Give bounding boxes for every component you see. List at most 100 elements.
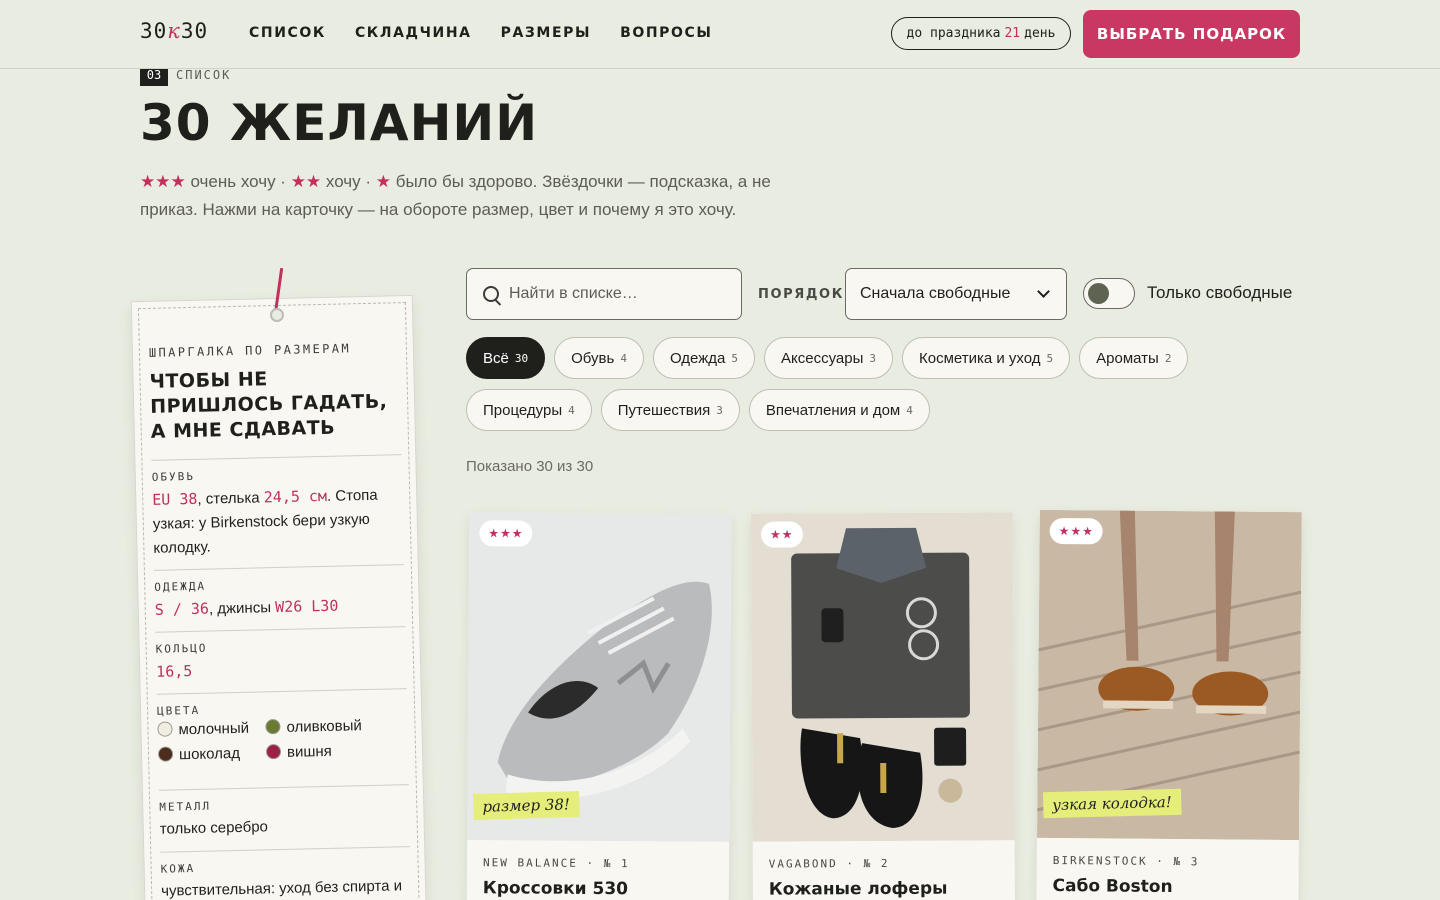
card-number: № 3 xyxy=(1173,855,1200,869)
ring-row: КОЛЬЦО 16,5 xyxy=(155,626,407,684)
chip-label: Одежда xyxy=(669,349,726,367)
intro-part: хочу · xyxy=(321,172,376,191)
page-title: 30 ЖЕЛАНИЙ xyxy=(140,94,539,152)
chip-fragrances[interactable]: Ароматы 2 xyxy=(1079,337,1189,379)
colors-row: ЦВЕТА молочный оливковый шоколад вишня xyxy=(156,688,409,764)
countdown-badge: до праздника 21 день xyxy=(891,17,1071,50)
toggle-knob xyxy=(1088,283,1109,304)
chip-count: 30 xyxy=(514,351,529,365)
color-item: шоколад xyxy=(157,744,266,764)
chip-procedures[interactable]: Процедуры 4 xyxy=(466,389,592,431)
only-free-label[interactable]: Только свободные xyxy=(1147,283,1292,303)
chip-label: Всё xyxy=(483,349,509,367)
chip-all[interactable]: Всё 30 xyxy=(466,337,546,379)
chip-count: 4 xyxy=(568,403,575,417)
shoes-value: EU 38, стелька 24,5 см. Стопа узкая: у B… xyxy=(152,482,404,561)
card-meta: BIRKENSTOCK · № 3 xyxy=(1052,853,1200,869)
card-number: № 2 xyxy=(863,856,890,871)
card-brand: BIRKENSTOCK xyxy=(1052,853,1148,868)
stars-2-icon: ★★ xyxy=(290,172,322,191)
stars-3-icon: ★★★ xyxy=(140,172,186,191)
priority-stars: ★★★ xyxy=(479,520,533,547)
intro-part: очень хочу · xyxy=(185,172,291,191)
card-title: Кроссовки 530 xyxy=(482,878,629,900)
skin-value: чувствительная: уход без спирта и xyxy=(160,877,403,900)
size-cheatsheet-tag: ШПАРГАЛКА ПО РАЗМЕРАМ ЧТОБЫ НЕ ПРИШЛОСЬ … xyxy=(130,294,428,900)
site-header: 30к30 СПИСОК СКЛАДЧИНА РАЗМЕРЫ ВОПРОСЫ д… xyxy=(0,0,1440,69)
nav-pool[interactable]: СКЛАДЧИНА xyxy=(355,25,472,41)
clothes-label: ОДЕЖДА xyxy=(154,579,207,594)
search-placeholder: Найти в списке… xyxy=(509,285,638,302)
chip-label: Ароматы xyxy=(1096,349,1159,367)
chip-count: 4 xyxy=(906,403,913,417)
chip-label: Обувь xyxy=(571,349,615,367)
chip-cosmetics[interactable]: Косметика и уход 5 xyxy=(902,337,1071,379)
clothes-row: ОДЕЖДА S / 36, джинсы W26 L30 xyxy=(153,564,406,623)
shoes-text: , стелька xyxy=(197,489,264,508)
card-title: Сабо Boston xyxy=(1052,875,1173,898)
search-input[interactable]: Найти в списке… xyxy=(466,268,742,320)
chip-label: Процедуры xyxy=(483,401,563,419)
clothes-size: S / 36 xyxy=(154,599,210,619)
color-name: оливковый xyxy=(286,717,362,736)
order-select[interactable]: Сначала свободные xyxy=(845,268,1067,320)
color-list: молочный оливковый шоколад вишня xyxy=(157,716,408,764)
color-item: вишня xyxy=(265,742,386,762)
color-name: вишня xyxy=(286,742,333,761)
chip-label: Впечатления и дом xyxy=(765,401,901,419)
section-label: СПИСОК xyxy=(176,68,232,82)
chip-experiences[interactable]: Впечатления и дом 4 xyxy=(748,389,930,431)
nav-list[interactable]: СПИСОК xyxy=(249,25,326,41)
chip-label: Аксессуары xyxy=(780,349,864,367)
card-meta: NEW BALANCE · № 1 xyxy=(482,856,630,871)
wish-card[interactable]: ★★ VAGABOND · № 2 Кожаные лоферы xyxy=(750,512,1016,900)
wish-card[interactable]: ★★★ размер 38! NEW BALANCE · № 1 Кроссов… xyxy=(466,512,732,900)
category-chips: Всё 30 Обувь 4 Одежда 5 Аксессуары 3 Космети… xyxy=(466,337,1306,431)
shoes-label: ОБУВЬ xyxy=(151,469,196,484)
priority-stars: ★★★ xyxy=(1049,517,1104,545)
search-icon xyxy=(483,286,499,302)
chip-accessories[interactable]: Аксессуары 3 xyxy=(763,337,893,379)
swatch-icon xyxy=(157,721,173,737)
skin-row: КОЖА чувствительная: уход без спирта и xyxy=(160,846,412,900)
card-brand: VAGABOND xyxy=(768,857,838,871)
main-nav: СПИСОК СКЛАДЧИНА РАЗМЕРЫ ВОПРОСЫ xyxy=(249,25,742,41)
logo[interactable]: 30к30 xyxy=(140,19,208,43)
choose-gift-button[interactable]: ВЫБРАТЬ ПОДАРОК xyxy=(1083,10,1300,58)
results-count: Показано 30 из 30 xyxy=(466,458,594,475)
chip-travel[interactable]: Путешествия 3 xyxy=(600,389,740,431)
color-name: шоколад xyxy=(178,744,241,764)
nav-sizes[interactable]: РАЗМЕРЫ xyxy=(501,25,592,41)
chip-clothes[interactable]: Одежда 5 xyxy=(652,337,755,379)
sticky-note: узкая колодка! xyxy=(1042,788,1182,819)
nav-faq[interactable]: ВОПРОСЫ xyxy=(620,25,712,41)
colors-label: ЦВЕТА xyxy=(156,703,201,718)
countdown-number: 21 xyxy=(1004,26,1021,41)
order-value: Сначала свободные xyxy=(860,285,1011,302)
jeans-size: W26 L30 xyxy=(274,596,339,617)
logo-part: 30 xyxy=(180,19,209,43)
countdown-prefix: до праздника xyxy=(906,26,1001,41)
chip-count: 3 xyxy=(869,351,876,365)
order-label: ПОРЯДОК xyxy=(758,287,844,302)
ring-label: КОЛЬЦО xyxy=(155,641,208,656)
countdown-suffix: день xyxy=(1024,26,1056,41)
priority-stars: ★★ xyxy=(760,521,803,548)
intro-text: ★★★ очень хочу · ★★ хочу · ★ было бы здо… xyxy=(140,168,820,224)
logo-part: к xyxy=(167,19,181,43)
shoes-eu: EU 38 xyxy=(152,489,198,509)
chip-label: Косметика и уход xyxy=(919,349,1041,367)
color-item: оливковый xyxy=(265,717,385,737)
logo-part: 30 xyxy=(140,19,168,43)
clothes-text: , джинсы xyxy=(208,599,276,618)
chevron-down-icon xyxy=(1037,285,1050,298)
tag-hole xyxy=(270,308,284,322)
wish-card[interactable]: ★★★ узкая колодка! BIRKENSTOCK · № 3 Саб… xyxy=(1036,509,1302,900)
skin-label: КОЖА xyxy=(160,861,196,876)
shoes-cm: 24,5 см xyxy=(263,486,328,507)
only-free-toggle[interactable] xyxy=(1083,278,1135,309)
chip-shoes[interactable]: Обувь 4 xyxy=(554,337,644,379)
chip-count: 3 xyxy=(716,403,723,417)
chip-label: Путешествия xyxy=(617,401,711,419)
cheatsheet-title: ЧТОБЫ НЕ ПРИШЛОСЬ ГАДАТЬ, А МНЕ СДАВАТЬ xyxy=(149,368,388,443)
